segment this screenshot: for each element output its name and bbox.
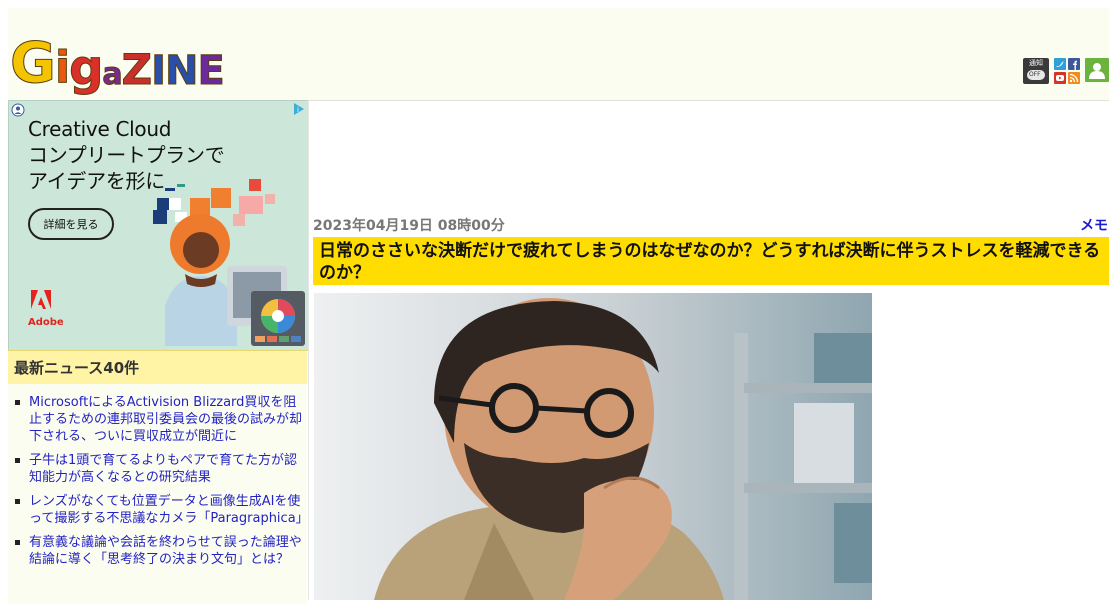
logo-letter: Z	[121, 45, 153, 94]
ad-illustration	[153, 179, 305, 346]
adobe-logo: Adobe	[28, 289, 64, 328]
social-links	[1054, 58, 1080, 84]
latest-news-header: 最新ニュース40件	[8, 350, 307, 385]
article-hero-image	[314, 293, 872, 600]
adobe-logo-icon	[31, 290, 51, 309]
column-divider	[308, 100, 309, 600]
news-item[interactable]: 子牛は1頭で育てるよりもペアで育てた方が認知能力が高くなるとの研究結果	[14, 452, 303, 486]
svg-text:i: i	[297, 106, 299, 114]
ad-headline-line: コンプリートプランで	[28, 143, 225, 167]
news-item[interactable]: 有意義な議論や会話を終わらせて誤った論理や結論に導く「思考終了の決まり文句」とは…	[14, 534, 303, 568]
logo-letter: g	[69, 40, 104, 96]
hero-photo-illustration	[314, 293, 872, 600]
header-icons: 通知 OFF	[1023, 58, 1109, 84]
news-item[interactable]: MicrosoftによるActivision Blizzard買収を阻止するため…	[14, 394, 303, 445]
latest-news-list: MicrosoftによるActivision Blizzard買収を阻止するため…	[8, 384, 307, 604]
article-title-bar: 日常のささいな決断だけで疲れてしまうのはなぜなのか？どうすれば決断に伴うストレス…	[313, 237, 1109, 285]
news-item[interactable]: レンズがなくても位置データと画像生成AIを使って撮影する不思議なカメラ「Para…	[14, 493, 307, 527]
youtube-icon[interactable]	[1054, 72, 1066, 84]
site-header: G i g a Z I N E 通知 OFF	[8, 8, 1109, 101]
article-title[interactable]: 日常のささいな決断だけで疲れてしまうのはなぜなのか？どうすれば決断に伴うストレス…	[313, 237, 1109, 284]
article-date: 2023年04月19日 08時00分	[313, 218, 505, 234]
ad-badge-icon[interactable]	[11, 103, 25, 117]
adobe-brand-text: Adobe	[28, 317, 64, 328]
logo-letter: N	[165, 48, 200, 94]
twitter-icon[interactable]	[1054, 58, 1066, 70]
latest-news-title: 最新ニュース40件	[14, 359, 140, 377]
gigazine-logo[interactable]: G i g a Z I N E	[10, 26, 226, 96]
logo-letter: i	[54, 42, 70, 93]
facebook-icon[interactable]	[1068, 58, 1080, 70]
notification-label: 通知	[1029, 59, 1043, 67]
notification-toggle[interactable]: 通知 OFF	[1023, 58, 1049, 84]
ad-details-button[interactable]: 詳細を見る	[28, 208, 114, 240]
user-icon[interactable]	[1085, 58, 1109, 82]
rss-icon[interactable]	[1068, 72, 1080, 84]
logo-letter: E	[197, 48, 225, 94]
adobe-ad-banner[interactable]: i Creative Cloud コンプリートプランで アイデアを形に 詳細を見…	[8, 100, 309, 351]
article-category-link[interactable]: メモ	[1080, 215, 1108, 235]
logo-letter: G	[10, 31, 57, 96]
ad-headline-line: Creative Cloud	[28, 117, 172, 141]
adchoices-icon[interactable]: i	[292, 102, 306, 116]
notification-state: OFF	[1027, 70, 1045, 80]
logo-letter: a	[102, 57, 123, 92]
logo-letter: I	[151, 48, 167, 94]
